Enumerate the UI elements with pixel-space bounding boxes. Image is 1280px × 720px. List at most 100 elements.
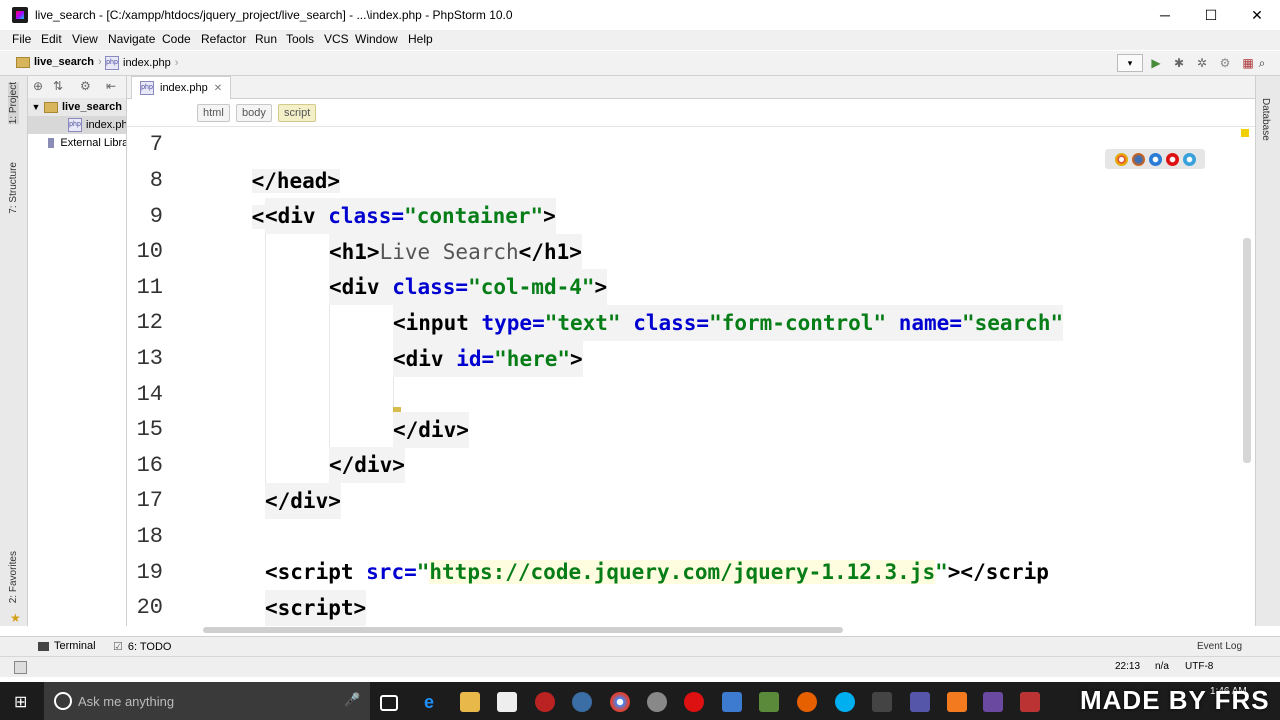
phpstorm-icon[interactable] (983, 692, 1003, 712)
menu-navigate[interactable]: Navigate (108, 32, 155, 46)
nav-file-crumb[interactable]: php index.php › (105, 56, 178, 70)
library-icon (48, 138, 55, 148)
vertical-scrollbar[interactable] (1243, 238, 1251, 463)
navigation-bar: live_search › php index.php › ▾ ▶ ✱ ✲ ⚙ … (0, 51, 1280, 76)
menu-help[interactable]: Help (408, 32, 433, 46)
store-icon[interactable] (497, 692, 517, 712)
search-icon[interactable]: ⌕ (1254, 55, 1270, 71)
tree-item-index-php[interactable]: php index.php (28, 116, 126, 134)
code-editor[interactable]: </head> <body> <div class="container"> <… (201, 127, 1253, 626)
hide-panel-icon[interactable]: ⇤ (106, 79, 116, 93)
collapse-icon[interactable]: ⇅ (53, 79, 63, 93)
inspection-status-icon[interactable] (1241, 129, 1249, 137)
app-icon[interactable] (1020, 692, 1040, 712)
menu-window[interactable]: Window (355, 32, 398, 46)
edge-icon[interactable]: e (424, 692, 444, 712)
app-icon[interactable] (759, 692, 779, 712)
menu-view[interactable]: View (72, 32, 98, 46)
code-line-16: </div> (329, 447, 405, 483)
right-tool-strip: Database (1255, 76, 1280, 626)
line-number: 13 (136, 346, 163, 371)
structure-tool-tab[interactable]: 7: Structure (8, 162, 19, 214)
folder-icon (44, 101, 58, 113)
firefox-icon[interactable] (797, 692, 817, 712)
menu-run[interactable]: Run (255, 32, 277, 46)
code-line-15: </div> (393, 412, 469, 448)
sync-icon[interactable]: ⊕ (33, 79, 43, 93)
menu-vcs[interactable]: VCS (324, 32, 349, 46)
app-icon[interactable] (872, 692, 892, 712)
firefox-icon[interactable] (1131, 152, 1145, 166)
line-number: 10 (136, 239, 163, 264)
chrome-icon[interactable] (610, 692, 630, 712)
title-bar: live_search - [C:/xampp/htdocs/jquery_pr… (0, 0, 1280, 31)
cortana-search-box[interactable]: Ask me anything 🎤 (44, 682, 370, 720)
close-button[interactable]: ✕ (1234, 0, 1280, 30)
expand-arrow-icon[interactable]: ▼ (28, 102, 44, 112)
code-line-8: <body> (201, 163, 328, 229)
menu-edit[interactable]: Edit (41, 32, 62, 46)
chrome-icon[interactable] (1114, 152, 1128, 166)
code-line-9: <div class="container"> (265, 198, 556, 234)
close-tab-icon[interactable]: ✕ (214, 83, 222, 94)
menu-refactor[interactable]: Refactor (201, 32, 246, 46)
database-tool-tab[interactable]: Database (1260, 98, 1271, 141)
line-number: 16 (136, 453, 163, 478)
line-number: 8 (149, 168, 163, 193)
safari-icon[interactable] (1148, 152, 1162, 166)
code-line-20: <script> (265, 590, 367, 626)
run-config-dropdown[interactable]: ▾ (1117, 54, 1143, 72)
xampp-icon[interactable] (947, 692, 967, 712)
project-tool-tab[interactable]: 1: Project (8, 82, 19, 125)
settings-icon[interactable]: ⚙ (1217, 55, 1233, 71)
run-icon[interactable]: ▶ (1148, 55, 1164, 71)
favorites-tool-tab[interactable]: 2: Favorites (8, 551, 19, 603)
code-line-12: <input type="text" class="form-control" … (393, 305, 1064, 341)
caret-position[interactable]: 22:13 (1115, 661, 1140, 672)
tab-index-php[interactable]: php index.php ✕ (131, 76, 232, 99)
breadcrumb-body[interactable]: body (236, 104, 272, 122)
breadcrumb-html[interactable]: html (197, 104, 230, 122)
nav-project-crumb[interactable]: live_search › (16, 56, 102, 68)
line-separator[interactable]: n/a (1155, 661, 1169, 672)
horizontal-scrollbar[interactable] (203, 627, 843, 633)
editor-gutter: 7 8 9 10 11 12 13 14 15 16 17 18 19 20 (127, 127, 201, 626)
opera-icon[interactable] (1165, 152, 1179, 166)
microphone-icon[interactable]: 🎤 (344, 692, 360, 708)
visual-studio-icon[interactable] (722, 692, 742, 712)
task-view-icon[interactable] (380, 695, 398, 711)
menu-code[interactable]: Code (162, 32, 191, 46)
indent-guide (265, 199, 266, 519)
ie-icon[interactable] (1182, 152, 1196, 166)
gear-icon[interactable]: ⚙ (80, 79, 91, 93)
menu-file[interactable]: File (12, 32, 31, 46)
star-icon: ★ (10, 611, 21, 625)
code-line-7: </head> (251, 169, 341, 193)
todo-tool-button[interactable]: ☑ 6: TODO (113, 640, 171, 654)
tool-windows-toggle-icon[interactable] (14, 661, 27, 674)
file-explorer-icon[interactable] (460, 692, 480, 712)
coverage-icon[interactable]: ✲ (1194, 55, 1210, 71)
line-number: 14 (136, 382, 163, 407)
event-log-button[interactable]: Event Log (1197, 641, 1242, 652)
app-icon[interactable] (535, 692, 555, 712)
opera-icon[interactable] (684, 692, 704, 712)
maximize-button[interactable]: ☐ (1188, 0, 1234, 30)
skype-icon[interactable] (835, 692, 855, 712)
tree-item-external-libraries[interactable]: External Libraries (28, 134, 126, 152)
tree-item-live-search[interactable]: ▼ live_search (28, 98, 126, 116)
menu-tools[interactable]: Tools (286, 32, 314, 46)
todo-icon: ☑ (113, 641, 123, 653)
line-number: 18 (136, 524, 163, 549)
breadcrumb-script[interactable]: script (278, 104, 317, 122)
app-icon[interactable] (910, 692, 930, 712)
windows-start-icon[interactable]: ⊞ (14, 692, 27, 712)
app-icon[interactable] (647, 692, 667, 712)
minimize-button[interactable]: ─ (1142, 0, 1188, 30)
file-encoding[interactable]: UTF-8 (1185, 661, 1213, 672)
menu-bar: File Edit View Navigate Code Refactor Ru… (0, 30, 1280, 50)
terminal-tool-button[interactable]: Terminal (38, 640, 96, 652)
cortana-icon (54, 692, 72, 710)
debug-icon[interactable]: ✱ (1171, 55, 1187, 71)
app-icon[interactable] (572, 692, 592, 712)
